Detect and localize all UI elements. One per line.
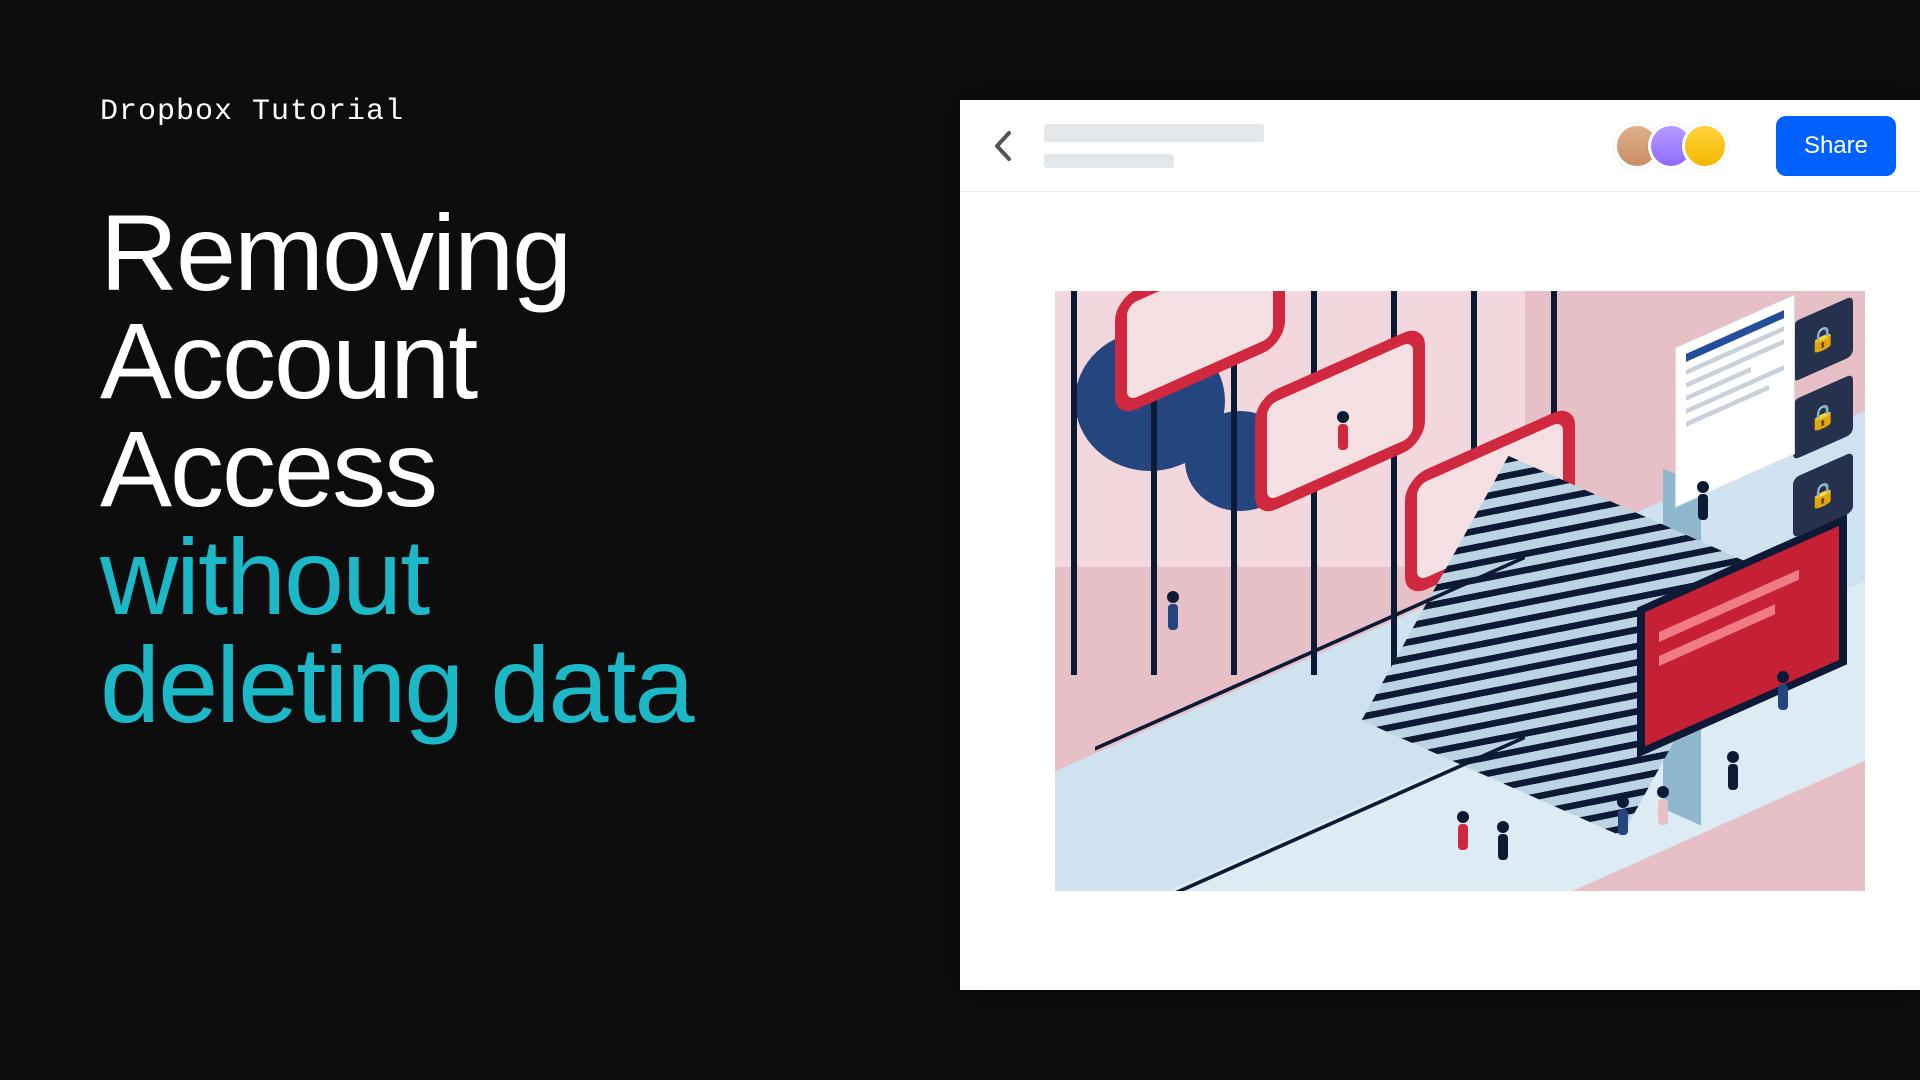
headline-line-3: Access [100, 415, 880, 523]
eyebrow-label: Dropbox Tutorial [100, 95, 880, 129]
headline: Removing Account Access without deleting… [100, 199, 880, 739]
app-header: Share [960, 100, 1920, 192]
chevron-left-icon [991, 129, 1013, 163]
headline-line-5: deleting data [100, 631, 880, 739]
headline-line-1: Removing [100, 199, 880, 307]
headline-line-4: without [100, 523, 880, 631]
title-skeleton [1044, 124, 1264, 168]
collaborator-avatars [1614, 123, 1728, 169]
app-body [960, 192, 1920, 990]
avatar[interactable] [1682, 123, 1728, 169]
app-window: Share [960, 100, 1920, 990]
hero-illustration [1055, 291, 1865, 891]
share-button[interactable]: Share [1776, 116, 1896, 176]
skeleton-line [1044, 154, 1174, 168]
back-button[interactable] [984, 128, 1020, 164]
headline-line-2: Account [100, 307, 880, 415]
title-panel: Dropbox Tutorial Removing Account Access… [100, 95, 880, 739]
skeleton-line [1044, 124, 1264, 142]
